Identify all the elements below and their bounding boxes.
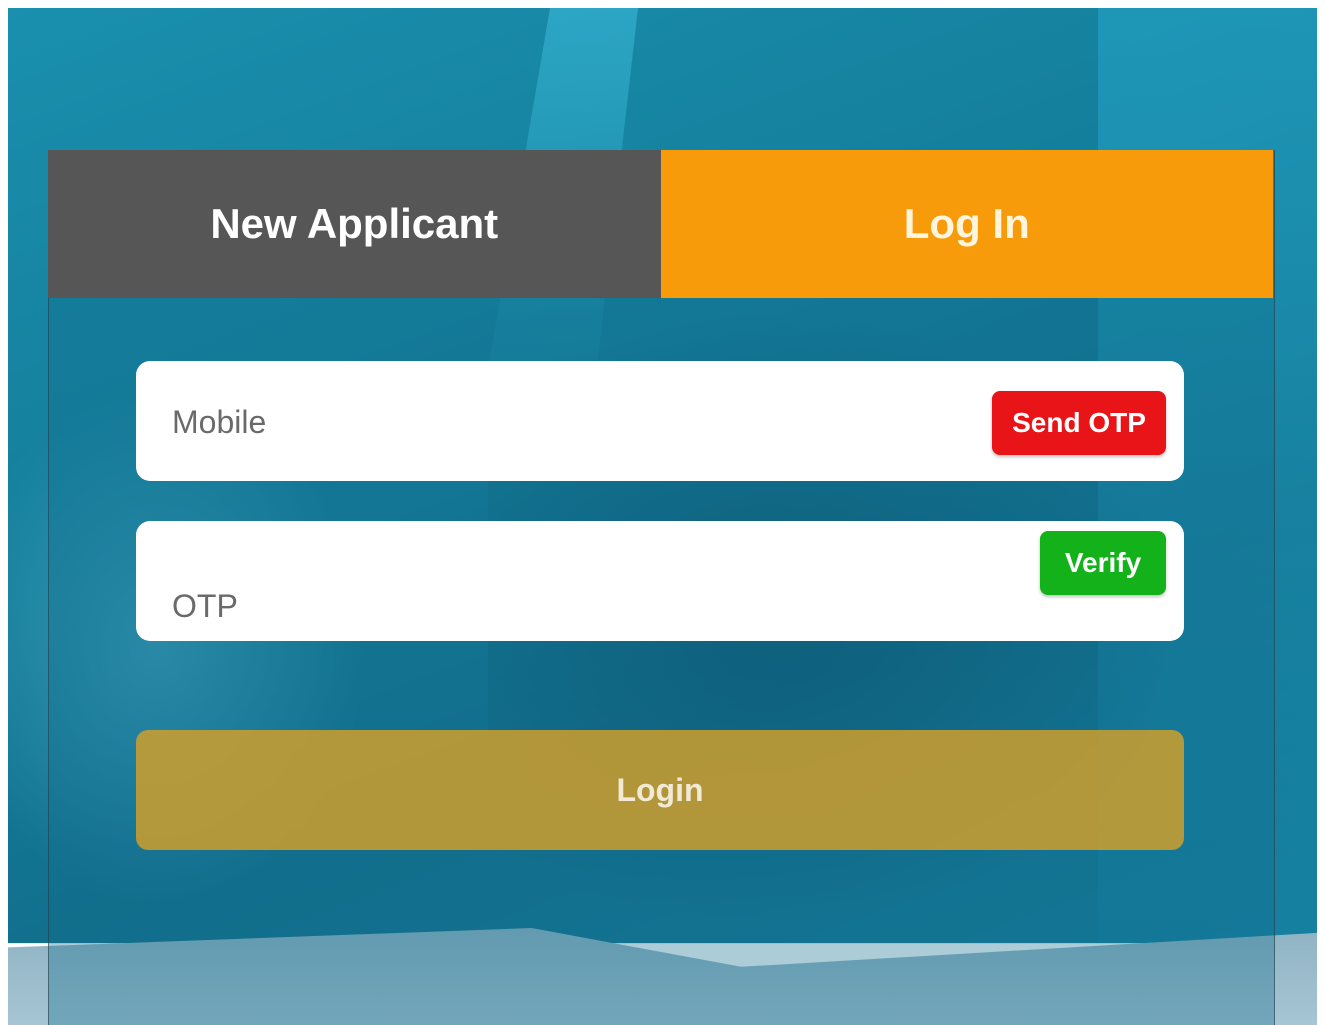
login-button-label: Login	[616, 771, 704, 808]
send-otp-label: Send OTP	[1012, 407, 1146, 438]
tab-new-applicant-label: New Applicant	[210, 200, 499, 247]
tab-log-in[interactable]: Log In	[660, 150, 1273, 298]
mobile-input[interactable]	[170, 361, 954, 483]
page-background: New Applicant Log In Send OTP Verify Log…	[8, 8, 1317, 1025]
mobile-field-container: Send OTP	[136, 361, 1184, 483]
verify-label: Verify	[1064, 547, 1142, 578]
otp-field-container: Verify	[136, 521, 1184, 667]
verify-button[interactable]: Verify	[1040, 531, 1166, 595]
tab-new-applicant[interactable]: New Applicant	[48, 150, 661, 298]
tab-bar: New Applicant Log In	[48, 150, 1273, 298]
send-otp-button[interactable]: Send OTP	[992, 391, 1166, 455]
tab-log-in-label: Log In	[903, 200, 1030, 247]
otp-input[interactable]	[170, 545, 954, 667]
login-button[interactable]: Login	[136, 730, 1184, 850]
